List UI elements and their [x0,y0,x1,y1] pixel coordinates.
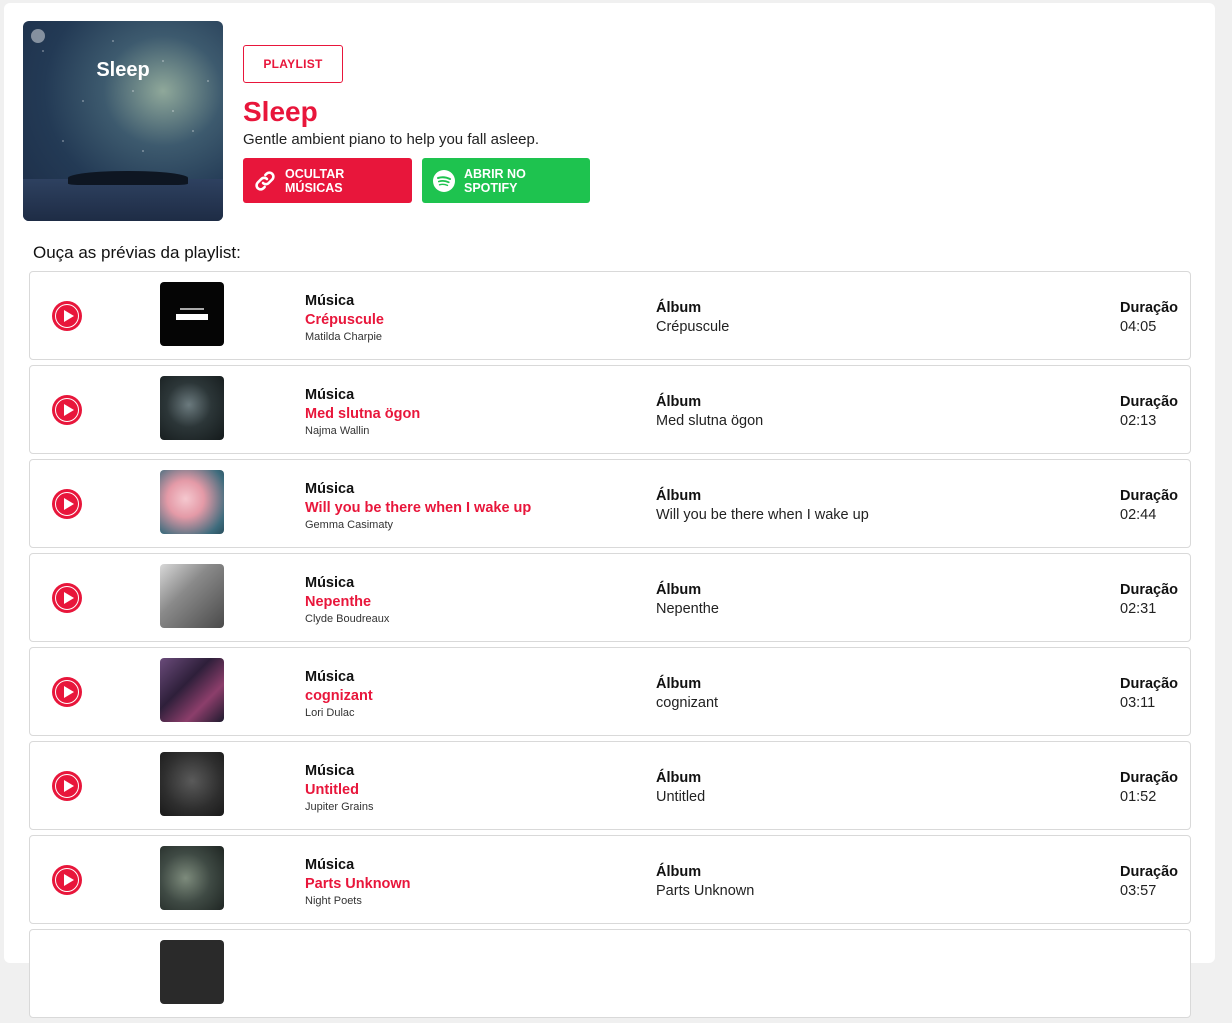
playlist-badge: PLAYLIST [243,45,343,83]
track-title[interactable]: cognizant [305,688,373,704]
track-column-label: Música [305,857,355,873]
spotify-icon [433,169,455,192]
album-name: cognizant [656,695,719,711]
play-icon[interactable] [52,395,82,425]
track-column-label: Música [305,575,355,591]
track-column-label: Música [305,387,355,403]
track-row: Música Nepenthe Clyde Boudreaux Álbum Ne… [29,553,1191,642]
track-artist: Jupiter Grains [305,801,374,813]
album-column-label: Álbum [656,676,702,692]
track-title[interactable]: Nepenthe [305,594,389,610]
album-thumbnail [160,846,224,910]
album-column-label: Álbum [656,394,702,410]
album-thumbnail [160,752,224,816]
album-thumbnail [160,658,224,722]
cover-island [68,171,188,185]
preview-heading: Ouça as prévias da playlist: [33,243,241,262]
play-icon[interactable] [52,301,82,331]
duration-column-label: Duração [1120,676,1179,692]
track-artist: Night Poets [305,895,362,907]
track-title[interactable]: Will you be there when I wake up [305,500,531,516]
album-column-label: Álbum [656,300,702,316]
open-spotify-label: ABRIR NO SPOTIFY [464,166,526,195]
track-duration: 04:05 [1120,319,1157,335]
album-column-label: Álbum [656,582,702,598]
track-list: Música Crépuscule Matilda Charpie Álbum … [29,271,1191,1023]
play-icon[interactable] [52,583,82,613]
album-column-label: Álbum [656,488,702,504]
track-column-label: Música [305,481,355,497]
album-thumbnail [160,940,224,1004]
track-duration: 02:44 [1120,507,1157,523]
album-name: Nepenthe [656,601,719,617]
duration-column-label: Duração [1120,864,1179,880]
track-row: Música Parts Unknown Night Poets Álbum P… [29,835,1191,924]
album-thumbnail [160,282,224,346]
album-thumbnail [160,376,224,440]
album-column-label: Álbum [656,770,702,786]
spotify-logo-icon [31,29,45,43]
track-duration: 02:31 [1120,601,1157,617]
duration-column-label: Duração [1120,300,1179,316]
album-column-label: Álbum [656,864,702,880]
track-title[interactable]: Crépuscule [305,312,384,328]
track-duration: 03:57 [1120,883,1157,899]
track-artist: Gemma Casimaty [305,519,394,531]
track-row: Música Crépuscule Matilda Charpie Álbum … [29,271,1191,360]
play-icon[interactable] [52,865,82,895]
play-icon[interactable] [52,677,82,707]
track-column-label: Música [305,293,355,309]
open-spotify-button[interactable]: ABRIR NO SPOTIFY [422,158,590,203]
duration-column-label: Duração [1120,770,1179,786]
playlist-description: Gentle ambient piano to help you fall as… [243,131,540,148]
track-row: Música Will you be there when I wake up … [29,459,1191,548]
hide-tracks-label: OCULTAR MÚSICAS [285,166,345,195]
playlist-title: Sleep [243,96,318,127]
track-column-label: Música [305,763,355,779]
track-row: Música Untitled Jupiter Grains Álbum Unt… [29,741,1191,830]
album-name: Will you be there when I wake up [656,507,869,523]
track-title[interactable]: Med slutna ögon [305,406,420,422]
track-row: Música Med slutna ögon Najma Wallin Álbu… [29,365,1191,454]
duration-column-label: Duração [1120,488,1179,504]
play-icon[interactable] [52,489,82,519]
cover-sea [23,179,223,221]
playlist-cover-image: Sleep [23,21,223,221]
album-name: Med slutna ögon [656,413,764,429]
album-name: Crépuscule [656,319,730,335]
cover-title: Sleep [96,59,150,81]
track-duration: 01:52 [1120,789,1157,805]
track-artist: Najma Wallin [305,425,370,437]
album-thumbnail [160,470,224,534]
track-duration: 03:11 [1120,695,1156,711]
play-icon[interactable] [52,771,82,801]
track-duration: 02:13 [1120,413,1157,429]
track-column-label: Música [305,669,355,685]
album-name: Parts Unknown [656,883,755,899]
duration-column-label: Duração [1120,394,1179,410]
track-row: Música cognizant Lori Dulac Álbum cogniz… [29,647,1191,736]
track-title[interactable]: Parts Unknown [305,876,411,892]
track-row-partial [29,929,1191,1018]
track-artist: Matilda Charpie [305,331,383,343]
album-name: Untitled [656,789,706,805]
album-thumbnail [160,564,224,628]
track-artist: Lori Dulac [305,707,355,719]
track-artist: Clyde Boudreaux [305,613,390,625]
duration-column-label: Duração [1120,582,1179,598]
link-icon [255,170,275,191]
hide-tracks-button[interactable]: OCULTAR MÚSICAS [243,158,412,203]
track-title[interactable]: Untitled [305,782,373,798]
